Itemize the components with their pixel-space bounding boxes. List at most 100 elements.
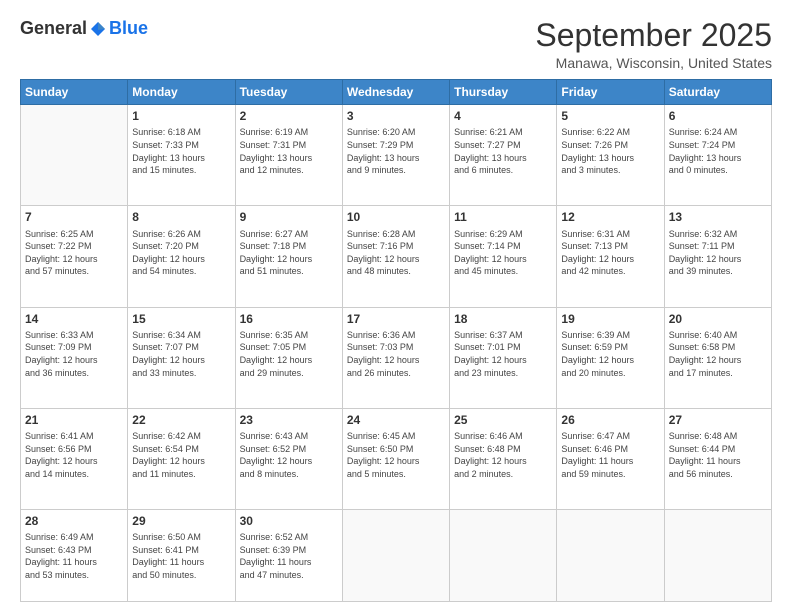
logo-blue-text: Blue bbox=[109, 18, 148, 39]
calendar-week-row: 28 Sunrise: 6:49 AM Sunset: 6:43 PM Dayli… bbox=[21, 509, 772, 601]
calendar-cell: 24Sunrise: 6:45 AM Sunset: 6:50 PM Dayli… bbox=[342, 408, 449, 509]
day-info: Sunrise: 6:50 AM Sunset: 6:41 PM Dayligh… bbox=[132, 531, 230, 581]
day-info: Sunrise: 6:41 AM Sunset: 6:56 PM Dayligh… bbox=[25, 430, 123, 480]
page: General Blue September 2025 Manawa, Wisc… bbox=[0, 0, 792, 612]
day-number: 19 bbox=[561, 311, 659, 327]
day-number: 7 bbox=[25, 209, 123, 225]
logo-icon bbox=[89, 20, 107, 38]
day-number: 11 bbox=[454, 209, 552, 225]
day-number: 20 bbox=[669, 311, 767, 327]
day-info: Sunrise: 6:43 AM Sunset: 6:52 PM Dayligh… bbox=[240, 430, 338, 480]
day-number: 25 bbox=[454, 412, 552, 428]
day-info: Sunrise: 6:33 AM Sunset: 7:09 PM Dayligh… bbox=[25, 329, 123, 379]
day-number: 17 bbox=[347, 311, 445, 327]
calendar-cell: 23 Sunrise: 6:43 AM Sunset: 6:52 PM Dayli… bbox=[235, 408, 342, 509]
day-info: Sunrise: 6:32 AM Sunset: 7:11 PM Dayligh… bbox=[669, 228, 767, 278]
calendar-cell: 8Sunrise: 6:26 AM Sunset: 7:20 PM Daylig… bbox=[128, 206, 235, 307]
month-title: September 2025 bbox=[535, 18, 772, 53]
day-number: 10 bbox=[347, 209, 445, 225]
day-info: Sunrise: 6:19 AM Sunset: 7:31 PM Dayligh… bbox=[240, 126, 338, 176]
calendar-cell bbox=[557, 509, 664, 601]
logo: General Blue bbox=[20, 18, 148, 39]
calendar-day-header: Monday bbox=[128, 80, 235, 105]
day-info: Sunrise: 6:26 AM Sunset: 7:20 PM Dayligh… bbox=[132, 228, 230, 278]
calendar-day-header: Friday bbox=[557, 80, 664, 105]
calendar-week-row: 21 Sunrise: 6:41 AM Sunset: 6:56 PM Dayli… bbox=[21, 408, 772, 509]
calendar-cell: 6 Sunrise: 6:24 AM Sunset: 7:24 PM Daylig… bbox=[664, 105, 771, 206]
day-info: Sunrise: 6:46 AM Sunset: 6:48 PM Dayligh… bbox=[454, 430, 552, 480]
calendar-week-row: 7 Sunrise: 6:25 AM Sunset: 7:22 PM Daylig… bbox=[21, 206, 772, 307]
day-info: Sunrise: 6:47 AM Sunset: 6:46 PM Dayligh… bbox=[561, 430, 659, 480]
calendar-cell: 15 Sunrise: 6:34 AM Sunset: 7:07 PM Dayli… bbox=[128, 307, 235, 408]
calendar-cell bbox=[21, 105, 128, 206]
day-info: Sunrise: 6:48 AM Sunset: 6:44 PM Dayligh… bbox=[669, 430, 767, 480]
day-info: Sunrise: 6:49 AM Sunset: 6:43 PM Dayligh… bbox=[25, 531, 123, 581]
day-info: Sunrise: 6:29 AM Sunset: 7:14 PM Dayligh… bbox=[454, 228, 552, 278]
day-number: 5 bbox=[561, 108, 659, 124]
calendar-cell: 25 Sunrise: 6:46 AM Sunset: 6:48 PM Dayli… bbox=[450, 408, 557, 509]
day-number: 21 bbox=[25, 412, 123, 428]
day-info: Sunrise: 6:31 AM Sunset: 7:13 PM Dayligh… bbox=[561, 228, 659, 278]
calendar-cell: 2Sunrise: 6:19 AM Sunset: 7:31 PM Daylig… bbox=[235, 105, 342, 206]
day-info: Sunrise: 6:21 AM Sunset: 7:27 PM Dayligh… bbox=[454, 126, 552, 176]
day-info: Sunrise: 6:35 AM Sunset: 7:05 PM Dayligh… bbox=[240, 329, 338, 379]
header: General Blue September 2025 Manawa, Wisc… bbox=[20, 18, 772, 71]
day-info: Sunrise: 6:24 AM Sunset: 7:24 PM Dayligh… bbox=[669, 126, 767, 176]
calendar-cell: 11 Sunrise: 6:29 AM Sunset: 7:14 PM Dayli… bbox=[450, 206, 557, 307]
day-info: Sunrise: 6:18 AM Sunset: 7:33 PM Dayligh… bbox=[132, 126, 230, 176]
day-info: Sunrise: 6:34 AM Sunset: 7:07 PM Dayligh… bbox=[132, 329, 230, 379]
day-info: Sunrise: 6:22 AM Sunset: 7:26 PM Dayligh… bbox=[561, 126, 659, 176]
logo-general-text: General bbox=[20, 18, 87, 39]
calendar-cell bbox=[342, 509, 449, 601]
day-number: 23 bbox=[240, 412, 338, 428]
day-number: 1 bbox=[132, 108, 230, 124]
day-number: 4 bbox=[454, 108, 552, 124]
day-number: 6 bbox=[669, 108, 767, 124]
day-number: 30 bbox=[240, 513, 338, 529]
calendar-cell: 1 Sunrise: 6:18 AM Sunset: 7:33 PM Daylig… bbox=[128, 105, 235, 206]
calendar-cell: 10 Sunrise: 6:28 AM Sunset: 7:16 PM Dayli… bbox=[342, 206, 449, 307]
day-number: 27 bbox=[669, 412, 767, 428]
day-info: Sunrise: 6:37 AM Sunset: 7:01 PM Dayligh… bbox=[454, 329, 552, 379]
calendar-cell: 26 Sunrise: 6:47 AM Sunset: 6:46 PM Dayli… bbox=[557, 408, 664, 509]
day-number: 29 bbox=[132, 513, 230, 529]
day-info: Sunrise: 6:39 AM Sunset: 6:59 PM Dayligh… bbox=[561, 329, 659, 379]
day-info: Sunrise: 6:27 AM Sunset: 7:18 PM Dayligh… bbox=[240, 228, 338, 278]
location-title: Manawa, Wisconsin, United States bbox=[535, 55, 772, 71]
calendar-cell: 12 Sunrise: 6:31 AM Sunset: 7:13 PM Dayli… bbox=[557, 206, 664, 307]
day-number: 3 bbox=[347, 108, 445, 124]
calendar-cell bbox=[664, 509, 771, 601]
calendar-cell: 19 Sunrise: 6:39 AM Sunset: 6:59 PM Dayli… bbox=[557, 307, 664, 408]
title-area: September 2025 Manawa, Wisconsin, United… bbox=[535, 18, 772, 71]
day-number: 24 bbox=[347, 412, 445, 428]
day-number: 15 bbox=[132, 311, 230, 327]
day-number: 12 bbox=[561, 209, 659, 225]
calendar-cell: 22 Sunrise: 6:42 AM Sunset: 6:54 PM Dayli… bbox=[128, 408, 235, 509]
calendar-cell: 9 Sunrise: 6:27 AM Sunset: 7:18 PM Daylig… bbox=[235, 206, 342, 307]
day-number: 13 bbox=[669, 209, 767, 225]
day-info: Sunrise: 6:28 AM Sunset: 7:16 PM Dayligh… bbox=[347, 228, 445, 278]
day-number: 16 bbox=[240, 311, 338, 327]
calendar-week-row: 1 Sunrise: 6:18 AM Sunset: 7:33 PM Daylig… bbox=[21, 105, 772, 206]
calendar-day-header: Thursday bbox=[450, 80, 557, 105]
calendar-cell: 13 Sunrise: 6:32 AM Sunset: 7:11 PM Dayli… bbox=[664, 206, 771, 307]
day-number: 26 bbox=[561, 412, 659, 428]
day-number: 22 bbox=[132, 412, 230, 428]
day-number: 9 bbox=[240, 209, 338, 225]
calendar-cell: 18 Sunrise: 6:37 AM Sunset: 7:01 PM Dayli… bbox=[450, 307, 557, 408]
calendar-cell: 30Sunrise: 6:52 AM Sunset: 6:39 PM Dayli… bbox=[235, 509, 342, 601]
calendar-cell: 17Sunrise: 6:36 AM Sunset: 7:03 PM Dayli… bbox=[342, 307, 449, 408]
calendar-cell bbox=[450, 509, 557, 601]
day-number: 28 bbox=[25, 513, 123, 529]
calendar-cell: 27 Sunrise: 6:48 AM Sunset: 6:44 PM Dayli… bbox=[664, 408, 771, 509]
calendar-cell: 28 Sunrise: 6:49 AM Sunset: 6:43 PM Dayli… bbox=[21, 509, 128, 601]
day-info: Sunrise: 6:25 AM Sunset: 7:22 PM Dayligh… bbox=[25, 228, 123, 278]
calendar-cell: 7 Sunrise: 6:25 AM Sunset: 7:22 PM Daylig… bbox=[21, 206, 128, 307]
calendar-day-header: Sunday bbox=[21, 80, 128, 105]
calendar-header-row: SundayMondayTuesdayWednesdayThursdayFrid… bbox=[21, 80, 772, 105]
calendar-cell: 4 Sunrise: 6:21 AM Sunset: 7:27 PM Daylig… bbox=[450, 105, 557, 206]
day-number: 18 bbox=[454, 311, 552, 327]
day-info: Sunrise: 6:42 AM Sunset: 6:54 PM Dayligh… bbox=[132, 430, 230, 480]
calendar-cell: 29 Sunrise: 6:50 AM Sunset: 6:41 PM Dayli… bbox=[128, 509, 235, 601]
calendar-day-header: Wednesday bbox=[342, 80, 449, 105]
